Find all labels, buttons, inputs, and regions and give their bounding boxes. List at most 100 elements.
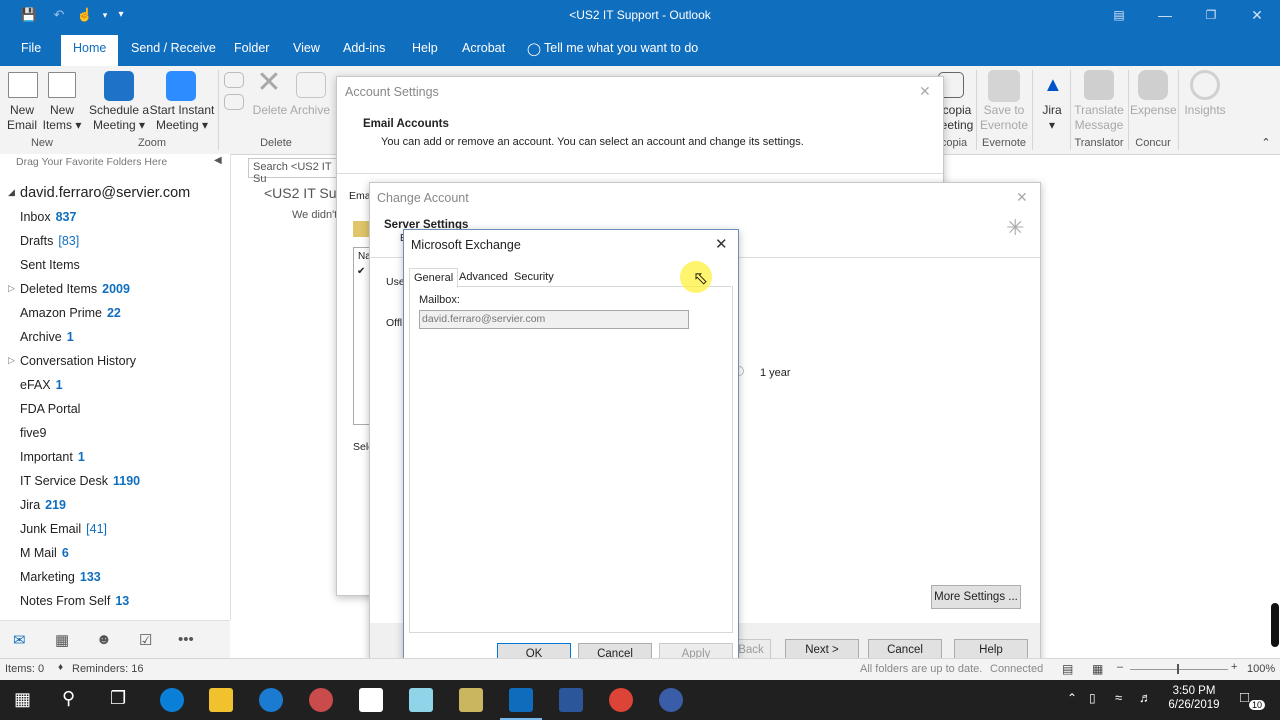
- folder-item[interactable]: Inbox 837: [20, 210, 76, 224]
- folder-item[interactable]: Jira 219: [20, 498, 66, 512]
- lock-app-icon[interactable]: [659, 688, 683, 712]
- reading-view-icon[interactable]: ▦: [1092, 662, 1103, 676]
- paint-icon[interactable]: [409, 688, 433, 712]
- account-name[interactable]: david.ferraro@servier.com: [20, 185, 190, 201]
- battery-icon[interactable]: ▯: [1089, 691, 1096, 705]
- search-icon[interactable]: ⚲: [62, 688, 75, 709]
- windows-start-icon[interactable]: ▦: [14, 689, 31, 710]
- tab-add-ins[interactable]: Add-ins: [343, 41, 385, 55]
- clock[interactable]: 3:50 PM 6/26/2019: [1158, 685, 1230, 711]
- delete-button[interactable]: Delete: [250, 103, 290, 118]
- account-settings-title: Account Settings: [345, 85, 439, 99]
- folder-item[interactable]: Important 1: [20, 450, 85, 464]
- volume-icon[interactable]: ♬: [1139, 690, 1152, 705]
- insights-button[interactable]: Insights: [1180, 103, 1230, 118]
- tab-send-receive[interactable]: Send / Receive: [131, 41, 216, 55]
- copia-meeting-button[interactable]: copia eeting: [940, 103, 974, 133]
- expand-account-icon[interactable]: ◢: [8, 187, 15, 198]
- reminders-count[interactable]: Reminders: 16: [72, 663, 144, 675]
- zoom-slider-thumb[interactable]: [1177, 664, 1179, 674]
- ribbon-display-options-icon[interactable]: ▤: [1096, 0, 1142, 32]
- tab-general[interactable]: General: [409, 268, 459, 288]
- tell-me-search[interactable]: Tell me what you want to do: [544, 41, 698, 55]
- tab-folder[interactable]: Folder: [234, 41, 269, 55]
- restore-button[interactable]: ❐: [1188, 0, 1234, 32]
- folder-item[interactable]: Junk Email [41]: [20, 522, 107, 536]
- cleanup-icon[interactable]: [224, 94, 244, 110]
- folder-item[interactable]: FDA Portal: [20, 402, 80, 416]
- zoom-level[interactable]: 100%: [1247, 663, 1275, 675]
- ribbon-separator: [1178, 70, 1179, 150]
- microsoft-exchange-dialog: Microsoft Exchange ✕ General Advanced Se…: [403, 229, 739, 671]
- new-items-button[interactable]: New Items ▾: [40, 103, 84, 133]
- internet-explorer-icon[interactable]: [259, 688, 283, 712]
- scrollbar-thumb[interactable]: [1271, 603, 1279, 647]
- chrome-icon[interactable]: [609, 688, 633, 712]
- zoom-slider[interactable]: [1130, 669, 1228, 670]
- mailbox-field[interactable]: david.ferraro@servier.com: [419, 310, 689, 329]
- collapse-ribbon-icon[interactable]: ⌃: [1258, 136, 1274, 151]
- folder-item[interactable]: Sent Items: [20, 258, 80, 272]
- save-to-evernote-button[interactable]: Save to Evernote: [978, 103, 1030, 133]
- expense-button[interactable]: Expense: [1130, 103, 1177, 118]
- close-icon[interactable]: ✕: [919, 83, 931, 100]
- expand-folder-icon[interactable]: ▷: [8, 283, 15, 294]
- folder-item[interactable]: ▷ Deleted Items 2009: [8, 282, 130, 296]
- search-box[interactable]: Search <US2 IT Su: [248, 158, 342, 185]
- close-icon[interactable]: ✕: [715, 235, 728, 253]
- folder-item[interactable]: five9: [20, 426, 46, 440]
- task-view-icon[interactable]: ❐: [110, 688, 126, 709]
- folder-item[interactable]: eFAX 1: [20, 378, 63, 392]
- zoom-in-icon[interactable]: +: [1231, 661, 1237, 673]
- start-instant-meeting-button[interactable]: Start Instant Meeting ▾: [148, 103, 216, 133]
- use-cached-partial: Use: [386, 276, 405, 288]
- tasks-icon[interactable]: ☑: [139, 631, 152, 649]
- folder-item[interactable]: IT Service Desk 1190: [20, 474, 140, 488]
- folder-item[interactable]: ▷ Conversation History: [8, 354, 136, 368]
- new-email-button[interactable]: New Email: [2, 103, 42, 133]
- tab-file[interactable]: File: [21, 41, 41, 55]
- people-icon[interactable]: ☻: [96, 631, 112, 648]
- expand-folder-icon[interactable]: ▷: [8, 355, 15, 366]
- folder-item[interactable]: M Mail 6: [20, 546, 69, 560]
- snipping-tool-icon[interactable]: [309, 688, 333, 712]
- close-icon[interactable]: ✕: [1016, 189, 1028, 206]
- outlook-icon[interactable]: [509, 688, 533, 712]
- tab-acrobat[interactable]: Acrobat: [462, 41, 505, 55]
- ignore-icon[interactable]: [224, 72, 244, 88]
- more-icon[interactable]: •••: [178, 631, 194, 648]
- zoom-out-icon[interactable]: –: [1117, 661, 1123, 673]
- normal-view-icon[interactable]: ▤: [1062, 662, 1073, 676]
- tab-security[interactable]: Security: [510, 268, 558, 286]
- show-hidden-icons[interactable]: ⌃: [1067, 691, 1077, 705]
- email-tab-partial[interactable]: Ema: [349, 190, 371, 202]
- close-button[interactable]: ✕: [1234, 0, 1280, 32]
- notification-badge: 10: [1249, 700, 1266, 710]
- tab-home[interactable]: Home: [61, 35, 119, 68]
- tab-advanced[interactable]: Advanced: [455, 268, 512, 286]
- money-app-icon[interactable]: [459, 688, 483, 712]
- mail-icon[interactable]: ✉: [13, 631, 26, 649]
- schedule-meeting-button[interactable]: Schedule a Meeting ▾: [88, 103, 150, 133]
- wifi-icon[interactable]: ≈: [1115, 690, 1122, 705]
- jira-button[interactable]: Jira ▾: [1034, 103, 1070, 133]
- edge-icon[interactable]: [160, 688, 184, 712]
- word-icon[interactable]: [559, 688, 583, 712]
- notepad-icon[interactable]: [359, 688, 383, 712]
- folder-item[interactable]: Amazon Prime 22: [20, 306, 121, 320]
- file-explorer-icon[interactable]: [209, 688, 233, 712]
- tab-help[interactable]: Help: [412, 41, 438, 55]
- translate-message-button[interactable]: Translate Message: [1072, 103, 1126, 133]
- folder-item[interactable]: Marketing 133: [20, 570, 101, 584]
- action-center-icon[interactable]: □: [1240, 689, 1249, 706]
- tab-view[interactable]: View: [293, 41, 320, 55]
- folder-item[interactable]: Notes From Self 13: [20, 594, 129, 608]
- more-settings-button[interactable]: More Settings ...: [931, 585, 1021, 609]
- collapse-pane-icon[interactable]: ◀: [214, 155, 222, 166]
- search-input[interactable]: Search <US2 IT Su: [253, 161, 341, 185]
- calendar-icon[interactable]: ▦: [55, 631, 69, 649]
- folder-item[interactable]: Archive 1: [20, 330, 74, 344]
- minimize-button[interactable]: —: [1142, 0, 1188, 32]
- folder-item[interactable]: Drafts [83]: [20, 234, 79, 248]
- archive-button[interactable]: Archive: [289, 103, 331, 118]
